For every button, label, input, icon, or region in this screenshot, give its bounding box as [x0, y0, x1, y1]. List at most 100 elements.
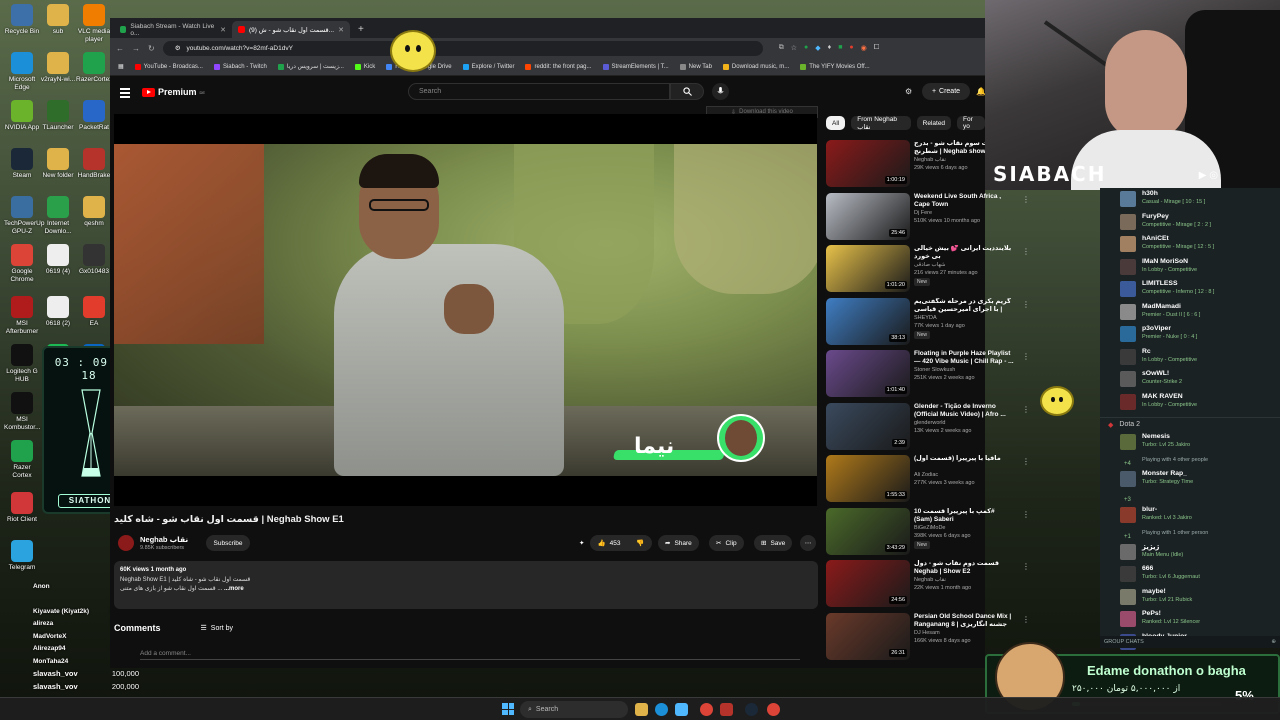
search-input[interactable]: Search	[408, 83, 670, 100]
youtube-logo[interactable]: Premium DE	[142, 87, 205, 97]
friend-row[interactable]: Rc In Lobby - Competitive	[1100, 346, 1280, 369]
subscribe-button[interactable]: Subscribe	[206, 535, 250, 551]
related-thumbnail[interactable]: 24:56	[826, 560, 910, 607]
like-button[interactable]: 👍 453	[590, 535, 628, 551]
desktop-icon[interactable]: qeshm	[76, 196, 112, 228]
more-vert-icon[interactable]: ⋮	[1022, 195, 1030, 204]
related-channel[interactable]: Dj Fere	[914, 210, 932, 216]
related-title[interactable]: Weekend Live South Africa , Cape Town	[914, 193, 1014, 209]
extensions-puzzle-icon[interactable]: ⧠	[874, 44, 880, 52]
related-title[interactable]: کمپ با پیرپیرا قسمت 10# (Sam) Saberi	[914, 508, 1014, 524]
desktop-icon[interactable]: Logitech G HUB	[4, 344, 40, 384]
related-thumbnail[interactable]: 26:31	[826, 612, 910, 660]
bookmark-item[interactable]: StreamElements | T...	[602, 63, 669, 70]
create-button[interactable]: + Create	[922, 83, 970, 100]
more-actions-button[interactable]: ⋯	[800, 535, 816, 551]
more-vert-icon[interactable]: ⋮	[1022, 300, 1030, 309]
related-channel[interactable]: شهاب صادقی	[914, 262, 946, 268]
cast-icon[interactable]: ⚙	[905, 87, 912, 96]
group-chats-bar[interactable]: GROUP CHATS ⊕	[1100, 636, 1280, 648]
friend-row[interactable]: ژیژیژ Main Menu (Idle)	[1100, 541, 1280, 564]
related-video-item[interactable]: 2:39 Glender - Tição de Inverno (Official…	[826, 402, 1036, 455]
more-vert-icon[interactable]: ⋮	[1022, 615, 1030, 624]
desktop-icon[interactable]: Telegram	[4, 540, 40, 572]
related-video-item[interactable]: 38:13 گریم بکری در مرحله شگفتی‌یم | با اج…	[826, 297, 1036, 350]
related-channel[interactable]: BiGeZiMoDe	[914, 525, 945, 531]
bookmark-item[interactable]: YouTube - Broadcas...	[134, 63, 203, 70]
friend-row[interactable]: blur- Ranked: Lvl 3 Jakiro	[1100, 504, 1280, 527]
extension-icon[interactable]: ■	[838, 44, 842, 52]
bookmark-item[interactable]: reddit: the front pag...	[525, 63, 592, 70]
windows-start-icon[interactable]	[502, 703, 514, 715]
related-video-item[interactable]: 1:01:40 Floating in Purple Haze Playlist …	[826, 350, 1036, 402]
related-title[interactable]: گریم بکری در مرحله شگفتی‌یم | با اجرای ا…	[914, 298, 1014, 314]
save-button[interactable]: ⊞ Save	[754, 535, 793, 551]
forward-icon[interactable]: →	[132, 44, 140, 53]
channel-name[interactable]: Neghab نقاب	[140, 535, 188, 544]
related-thumbnail[interactable]: 38:13	[826, 297, 910, 345]
friend-row[interactable]: maybe! Turbo: Lvl 21 Rubick	[1100, 586, 1280, 609]
related-video-item[interactable]: 3:43:29 کمپ با پیرپیرا قسمت 10# (Sam) Sab…	[826, 507, 1036, 560]
related-thumbnail[interactable]: 2:39	[826, 402, 910, 450]
apps-grid-icon[interactable]: ▦	[118, 63, 124, 70]
desktop-icon[interactable]: RazerCortex	[76, 52, 112, 84]
related-title[interactable]: Persian Old School Dance Mix | Ranganang…	[914, 613, 1014, 629]
desktop-icon[interactable]: Steam	[4, 148, 40, 180]
desktop-icon[interactable]: MSI Kombustor...	[4, 392, 41, 432]
friend-row[interactable]: IMaN MoriSoN In Lobby - Competitive	[1100, 256, 1280, 279]
desktop-icon[interactable]: Internet Downlo...	[40, 196, 76, 236]
extension-icon[interactable]: ◆	[815, 44, 820, 52]
bookmark-item[interactable]: The YIFY Movies Off...	[800, 63, 870, 70]
desktop-icon[interactable]: TechPowerUp GPU-Z	[4, 196, 44, 236]
friend-row[interactable]: hAniCEt Competitive - Mirage [ 12 : 5 ]	[1100, 233, 1280, 256]
related-thumbnail[interactable]: 1:00:19	[826, 140, 910, 187]
back-icon[interactable]: ←	[116, 44, 124, 53]
friend-row[interactable]: MAK RAVEN In Lobby - Competitive	[1100, 391, 1280, 414]
desktop-icon[interactable]: NVIDIA App	[4, 100, 40, 132]
related-thumbnail[interactable]: 25:46	[826, 192, 910, 240]
desktop-icon[interactable]: 0619 (4)	[40, 244, 76, 276]
reload-icon[interactable]: ↻	[148, 44, 155, 53]
related-video-item[interactable]: 1:01:20 بلاینددیت ایرانی 💕 بیش خیالی بی خ…	[826, 245, 1036, 297]
add-comment-input[interactable]: Add a comment...	[140, 650, 800, 660]
friend-row[interactable]: +4 Playing with 4 other people	[1100, 454, 1280, 468]
share-button[interactable]: ➦ Share	[658, 535, 699, 551]
desktop-icon[interactable]: MSI Afterburner	[4, 296, 40, 336]
tab-siabach-stream[interactable]: Siabach Stream - Watch Live o... ✕	[114, 21, 232, 38]
related-title[interactable]: قسمت دوم نقاب شو - دول Neghab | Show E2	[914, 560, 1014, 576]
bookmark-item[interactable]: New Tab	[679, 63, 712, 70]
related-channel[interactable]: Stoner Slowkush	[914, 367, 955, 373]
related-channel[interactable]: glenderworld	[914, 420, 946, 426]
related-channel[interactable]: SHEYDA	[914, 315, 937, 321]
related-video-item[interactable]: 25:46 Weekend Live South Africa , Cape To…	[826, 192, 1036, 245]
menu-icon[interactable]	[120, 88, 130, 100]
desktop-icon[interactable]: sub	[40, 4, 76, 36]
desktop-icon[interactable]: VLC media player	[76, 4, 112, 44]
desktop-icon[interactable]: 0618 (2)	[40, 296, 76, 328]
related-channel[interactable]: Neghab نقاب	[914, 577, 946, 583]
extension-icon[interactable]: ♦	[828, 44, 832, 52]
taskbar-search[interactable]: ⌕ Search	[520, 701, 628, 718]
close-tab-icon[interactable]: ✕	[220, 26, 226, 34]
video-player[interactable]: نیما	[114, 114, 817, 506]
more-vert-icon[interactable]: ⋮	[1022, 457, 1030, 466]
site-info-icon[interactable]: ⚙	[175, 44, 181, 52]
new-tab-icon[interactable]: +	[358, 24, 364, 35]
thanks-button[interactable]: ✦	[572, 535, 591, 551]
bookmark-star-icon[interactable]: ☆	[791, 44, 797, 52]
bookmark-item[interactable]: Explore / Twitter	[462, 63, 514, 70]
related-thumbnail[interactable]: 1:01:40	[826, 350, 910, 397]
desktop-icon[interactable]: Google Chrome	[4, 244, 40, 284]
related-video-item[interactable]: 1:55:33 مافیا با پیرپیرا (قسمت اول) Ali Zo…	[826, 455, 1036, 507]
dota-group-header[interactable]: ◆ Dota 2	[1100, 417, 1280, 431]
file-explorer-icon[interactable]	[635, 703, 648, 716]
add-chat-icon[interactable]: ⊕	[1271, 639, 1276, 645]
filter-chip[interactable]: All	[826, 116, 846, 130]
install-icon[interactable]: ⧉	[779, 44, 784, 52]
friend-row[interactable]: +1 Playing with 1 other person	[1100, 527, 1280, 541]
filter-chip[interactable]: For yo	[957, 116, 985, 130]
filter-chip[interactable]: Related	[916, 116, 952, 130]
friend-row[interactable]: Monster Rap_ Turbo: Strategy Time	[1100, 468, 1280, 491]
extension-icon[interactable]: ●	[804, 44, 808, 52]
more-vert-icon[interactable]: ⋮	[1022, 247, 1030, 256]
